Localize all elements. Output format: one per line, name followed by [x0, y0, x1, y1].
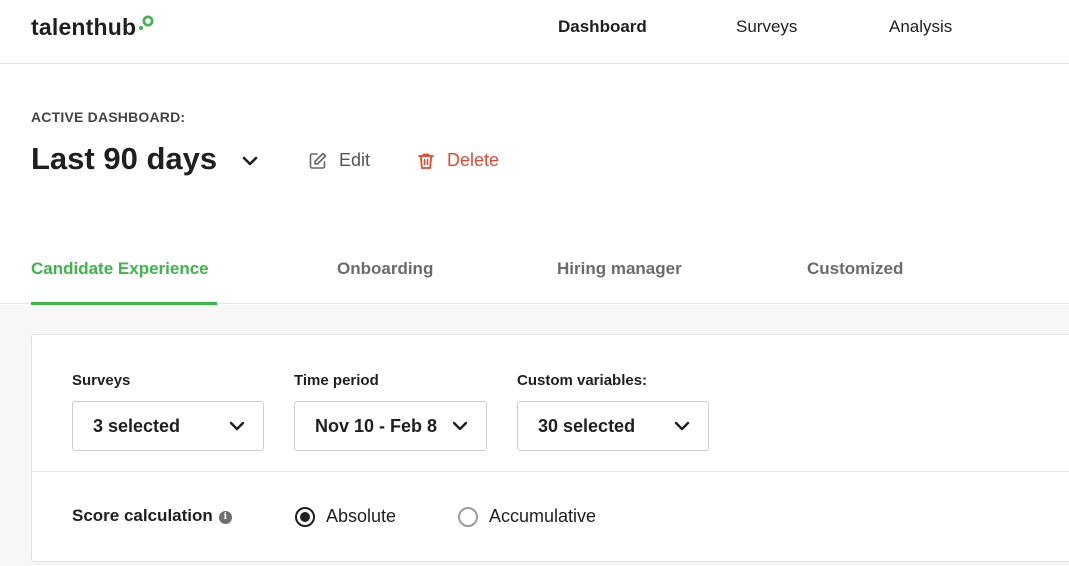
radio-circle-checked: [295, 506, 315, 527]
tab-candidate-experience[interactable]: Candidate Experience: [31, 259, 209, 279]
nav-surveys[interactable]: Surveys: [736, 17, 797, 37]
info-icon[interactable]: i: [218, 510, 232, 524]
nav-dashboard[interactable]: Dashboard: [558, 17, 647, 37]
pencil-square-icon: [309, 152, 327, 169]
edit-label: Edit: [339, 150, 371, 170]
time-period-select[interactable]: Nov 10 - Feb 8: [294, 401, 487, 451]
dashboard-title[interactable]: Last 90 days: [31, 141, 217, 177]
radio-circle: [458, 506, 478, 527]
edit-button[interactable]: Edit: [308, 150, 370, 171]
delete-label: Delete: [447, 150, 500, 170]
active-dashboard-label: ACTIVE DASHBOARD:: [31, 109, 186, 125]
chevron-down-icon: [674, 421, 690, 431]
surveys-filter-label: Surveys: [72, 372, 131, 389]
radio-absolute[interactable]: Absolute: [295, 506, 396, 527]
score-calculation-text: Score calculation: [72, 506, 213, 525]
nav-analysis[interactable]: Analysis: [889, 17, 952, 37]
chevron-down-icon: [229, 421, 245, 431]
delete-button[interactable]: Delete: [416, 150, 499, 171]
custom-variables-select[interactable]: 30 selected: [517, 401, 709, 451]
score-calculation-label: Score calculation i: [72, 506, 232, 526]
logo-ring-icon: [139, 15, 154, 30]
trash-icon: [418, 153, 434, 169]
brand-name: talenthub: [31, 14, 137, 40]
custom-variables-select-value: 30 selected: [538, 415, 636, 436]
card-divider: [32, 471, 1069, 472]
surveys-select[interactable]: 3 selected: [72, 401, 264, 451]
time-period-filter-label: Time period: [294, 372, 379, 389]
chevron-down-icon[interactable]: [241, 155, 259, 167]
tab-onboarding[interactable]: Onboarding: [337, 259, 433, 279]
radio-accumulative[interactable]: Accumulative: [458, 506, 596, 527]
custom-variables-filter-label: Custom variables:: [517, 372, 648, 389]
surveys-select-value: 3 selected: [93, 415, 181, 436]
radio-accumulative-label: Accumulative: [489, 506, 597, 526]
top-navigation-bar: talenthub Dashboard Surveys Analysis: [0, 0, 1069, 64]
dashboard-tabs: Candidate Experience Onboarding Hiring m…: [0, 240, 1069, 304]
radio-absolute-label: Absolute: [326, 506, 397, 526]
chevron-down-icon: [452, 421, 468, 431]
tab-customized[interactable]: Customized: [807, 259, 903, 279]
time-period-select-value: Nov 10 - Feb 8: [315, 415, 438, 436]
brand-logo[interactable]: talenthub: [31, 14, 154, 41]
tab-hiring-manager[interactable]: Hiring manager: [557, 259, 682, 279]
